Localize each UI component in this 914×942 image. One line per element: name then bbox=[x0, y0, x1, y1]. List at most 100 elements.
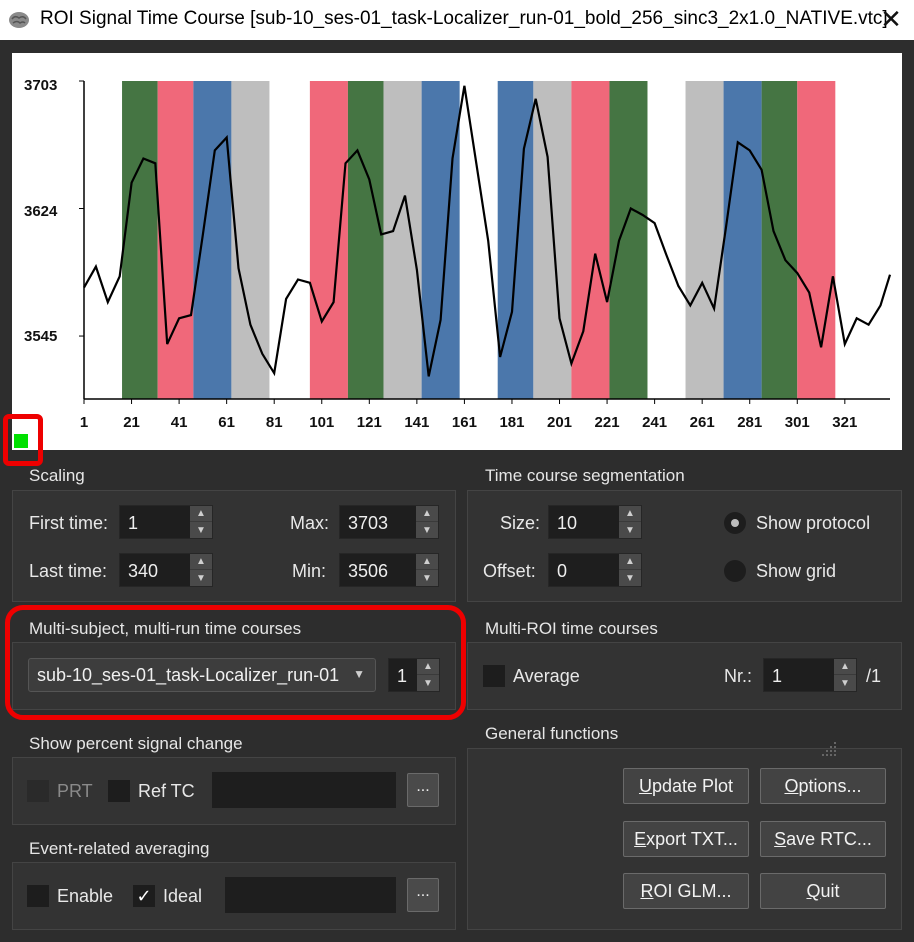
options-button[interactable]: Options... bbox=[760, 768, 886, 804]
spin-up-icon[interactable]: ▲ bbox=[190, 506, 212, 522]
spin-down-icon[interactable]: ▼ bbox=[619, 570, 641, 586]
last-time-value: 340 bbox=[128, 561, 159, 581]
protocol-block-blue bbox=[193, 81, 232, 399]
max-value: 3703 bbox=[348, 513, 389, 533]
general-group-title: General functions bbox=[485, 724, 619, 743]
spin-down-icon[interactable]: ▼ bbox=[416, 570, 438, 586]
spin-down-icon[interactable]: ▼ bbox=[416, 522, 438, 538]
roi-glm-accel: R bbox=[640, 881, 654, 901]
avg-file-field[interactable] bbox=[225, 877, 396, 913]
protocol-block-red bbox=[309, 81, 348, 399]
protocol-block-blue bbox=[723, 81, 762, 399]
x-tick-label: 41 bbox=[170, 414, 188, 431]
y-tick-label: 3624 bbox=[24, 203, 58, 220]
spin-down-icon[interactable]: ▼ bbox=[190, 570, 212, 586]
close-icon[interactable]: ✕ bbox=[876, 3, 906, 35]
first-time-spinbox[interactable]: 1 ▲ ▼ bbox=[119, 505, 213, 539]
x-tick-label: 141 bbox=[404, 414, 430, 431]
protocol-block-red bbox=[571, 81, 610, 399]
prt-label: PRT bbox=[57, 781, 93, 801]
export-txt-label: xport TXT... bbox=[646, 829, 738, 849]
spin-down-icon[interactable]: ▼ bbox=[619, 522, 641, 538]
ref-tc-label: Ref TC bbox=[138, 781, 195, 801]
protocol-block-green bbox=[347, 81, 384, 399]
x-tick-label: 261 bbox=[689, 414, 715, 431]
window-title: ROI Signal Time Course [sub-10_ses-01_ta… bbox=[40, 8, 888, 29]
size-label: Size: bbox=[500, 513, 541, 533]
min-spinbox[interactable]: 3506 ▲ ▼ bbox=[339, 553, 439, 587]
x-tick-label: 221 bbox=[594, 414, 620, 431]
show-protocol-label: Show protocol bbox=[756, 513, 871, 533]
prt-checkbox[interactable] bbox=[27, 780, 49, 802]
roi-total-label: /1 bbox=[866, 666, 882, 686]
show-grid-label: Show grid bbox=[756, 561, 837, 581]
highlight-box-multi-subject bbox=[5, 605, 466, 720]
update-plot-accel: U bbox=[638, 776, 652, 796]
offset-label: Offset: bbox=[483, 561, 536, 581]
y-tick-label: 3703 bbox=[24, 77, 58, 94]
x-tick-label: 81 bbox=[265, 414, 283, 431]
first-time-value: 1 bbox=[128, 513, 139, 533]
x-tick-label: 61 bbox=[218, 414, 235, 431]
save-rtc-button[interactable]: Save RTC... bbox=[760, 821, 886, 857]
offset-spinbox[interactable]: 0 ▲ ▼ bbox=[548, 553, 642, 587]
quit-button[interactable]: Quit bbox=[760, 873, 886, 909]
protocol-block-green bbox=[761, 81, 798, 399]
max-spinbox[interactable]: 3703 ▲ ▼ bbox=[339, 505, 439, 539]
spin-up-icon[interactable]: ▲ bbox=[416, 554, 438, 570]
x-tick-label: 21 bbox=[123, 414, 140, 431]
resize-grip-icon bbox=[822, 742, 836, 756]
roi-glm-button[interactable]: ROI GLM... bbox=[623, 873, 749, 909]
protocol-block-green bbox=[609, 81, 648, 399]
title-bar: ROI Signal Time Course [sub-10_ses-01_ta… bbox=[0, 0, 914, 40]
quit-label: uit bbox=[820, 881, 840, 901]
options-label: ptions... bbox=[798, 776, 862, 796]
size-spinbox[interactable]: 10 ▲ ▼ bbox=[548, 505, 642, 539]
spin-up-icon[interactable]: ▲ bbox=[619, 554, 641, 570]
size-value: 10 bbox=[557, 513, 578, 533]
x-tick-label: 241 bbox=[642, 414, 668, 431]
spin-up-icon[interactable]: ▲ bbox=[190, 554, 212, 570]
roi-glm-label: OI GLM... bbox=[653, 881, 732, 901]
time-course-plot[interactable]: 3703 3624 3545 1 21 41 61 81 101 121 141 161 181 2… bbox=[12, 53, 902, 450]
show-grid-radio[interactable] bbox=[724, 560, 746, 582]
multi-roi-group-title: Multi-ROI time courses bbox=[485, 619, 658, 638]
roi-nr-label: Nr.: bbox=[724, 666, 753, 686]
average-label: Average bbox=[513, 666, 580, 686]
last-time-label: Last time: bbox=[29, 561, 108, 581]
highlight-box-status bbox=[3, 414, 43, 466]
spin-up-icon[interactable]: ▲ bbox=[619, 506, 641, 522]
spin-up-icon[interactable]: ▲ bbox=[834, 659, 856, 675]
ref-tc-browse-button[interactable]: ... bbox=[407, 773, 439, 807]
ideal-checkbox[interactable]: ✓ bbox=[133, 885, 155, 907]
x-tick-label: 281 bbox=[737, 414, 763, 431]
min-label: Min: bbox=[292, 561, 327, 581]
show-protocol-radio[interactable] bbox=[724, 512, 746, 534]
spin-down-icon[interactable]: ▼ bbox=[834, 675, 856, 691]
ref-tc-file-field[interactable] bbox=[212, 772, 396, 808]
roi-nr-spinbox[interactable]: 1 ▲ ▼ bbox=[763, 658, 857, 692]
export-txt-accel: E bbox=[634, 829, 647, 849]
avg-browse-button[interactable]: ... bbox=[407, 878, 439, 912]
x-tick-label: 301 bbox=[784, 414, 810, 431]
protocol-block-gray bbox=[231, 81, 270, 399]
update-plot-label: pdate Plot bbox=[651, 776, 734, 796]
update-plot-button[interactable]: Update Plot bbox=[623, 768, 749, 804]
average-checkbox[interactable] bbox=[483, 665, 505, 687]
enable-checkbox[interactable] bbox=[27, 885, 49, 907]
first-time-label: First time: bbox=[29, 513, 108, 533]
protocol-block-red bbox=[157, 81, 194, 399]
segmentation-group-title: Time course segmentation bbox=[485, 466, 685, 485]
spin-up-icon[interactable]: ▲ bbox=[416, 506, 438, 522]
export-txt-button[interactable]: Export TXT... bbox=[623, 821, 749, 857]
ref-tc-checkbox[interactable] bbox=[108, 780, 130, 802]
last-time-spinbox[interactable]: 340 ▲ ▼ bbox=[119, 553, 213, 587]
x-tick-label: 1 bbox=[79, 414, 89, 431]
protocol-block-blue bbox=[421, 81, 460, 399]
segmentation-group bbox=[467, 490, 902, 602]
spin-down-icon[interactable]: ▼ bbox=[190, 522, 212, 538]
brain-app-icon bbox=[9, 12, 29, 28]
ideal-label: Ideal bbox=[163, 886, 203, 906]
min-value: 3506 bbox=[348, 561, 389, 581]
scaling-group-title: Scaling bbox=[29, 466, 85, 485]
